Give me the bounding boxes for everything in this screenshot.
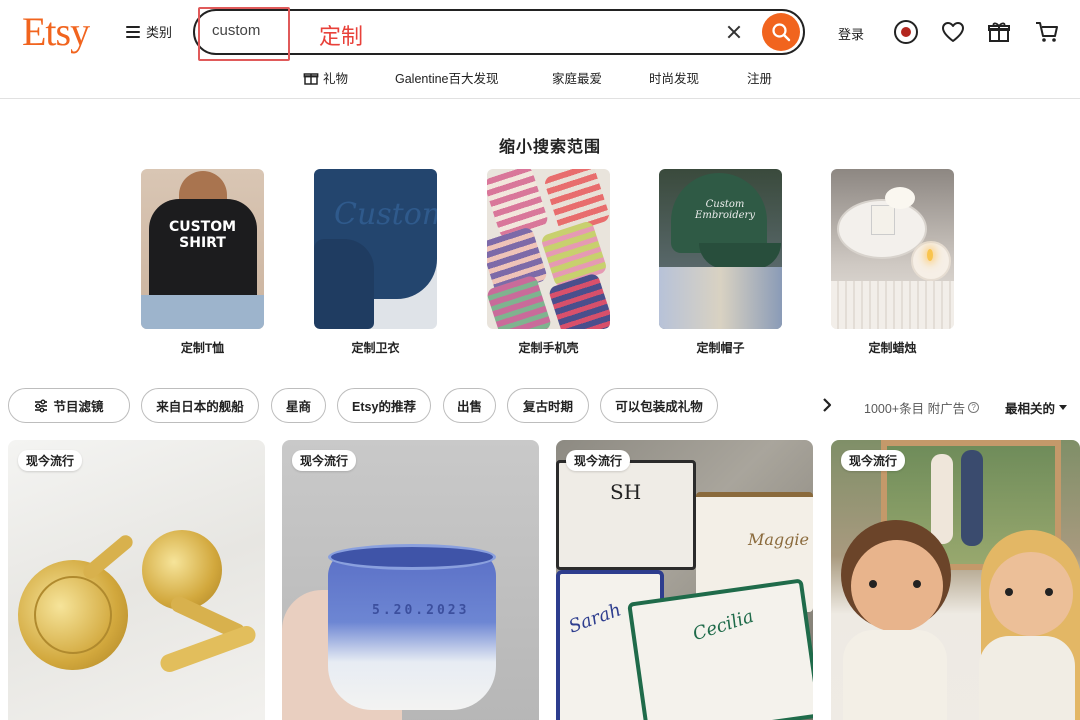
- filter-chip-vintage[interactable]: 复古时期: [507, 388, 589, 423]
- trending-badge: 现今流行: [18, 450, 83, 471]
- menu-icon: [126, 25, 140, 38]
- product-card-tote-bags[interactable]: SH Maggie Sarah Cecilia 现今流行: [556, 440, 813, 720]
- product-card-mug[interactable]: 5.20.2023 现今流行: [282, 440, 539, 720]
- gift-icon[interactable]: [985, 18, 1013, 46]
- chip-label: 节目滤镜: [53, 400, 104, 414]
- category-image: [831, 169, 954, 329]
- signin-link[interactable]: 登录: [838, 24, 864, 43]
- category-image: Custom Embroidery: [659, 169, 782, 329]
- help-icon[interactable]: ?: [968, 402, 980, 413]
- chip-label: 可以包装成礼物: [615, 400, 703, 414]
- trending-badge: 现今流行: [292, 450, 357, 471]
- narrow-search-title: 缩小搜索范围: [498, 139, 601, 156]
- tote-name: SH: [610, 480, 642, 504]
- caret-down-icon: [1059, 404, 1068, 410]
- subnav-item-registry[interactable]: 注册: [747, 68, 772, 87]
- subnav: 礼物 Galentine百大发现 家庭最爱 时尚发现 注册: [0, 68, 1080, 88]
- subnav-label: 时尚发现: [649, 72, 700, 86]
- category-label: 定制T恤: [180, 341, 225, 355]
- filter-chip-on-sale[interactable]: 出售: [443, 388, 496, 423]
- results-text: 1000+条目 附广告: [864, 402, 966, 416]
- category-image-text: CUSTOM SHIRT: [168, 219, 237, 251]
- subnav-label: 礼物: [323, 72, 349, 86]
- chip-label: Etsy的推荐: [352, 400, 416, 414]
- subnav-label: Galentine百大发现: [395, 72, 499, 86]
- subnav-item-fashion[interactable]: 时尚发现: [649, 68, 699, 87]
- record-icon[interactable]: [892, 18, 920, 46]
- subnav-item-home-favorites[interactable]: 家庭最爱: [552, 68, 602, 87]
- sliders-icon: [35, 399, 48, 412]
- chip-label: 星商: [285, 400, 311, 414]
- cart-icon[interactable]: [1033, 18, 1061, 46]
- subnav-item-gifts[interactable]: 礼物: [303, 68, 348, 87]
- product-image: [556, 460, 696, 570]
- category-label: 定制帽子: [696, 341, 745, 355]
- filter-chip-star-seller[interactable]: 星商: [271, 388, 326, 423]
- category-card-phonecase[interactable]: 定制手机壳: [487, 169, 610, 356]
- etsy-logo[interactable]: Etsy: [22, 8, 90, 55]
- category-image-text: Custom Embroidery: [695, 199, 755, 221]
- subnav-label: 注册: [747, 72, 773, 86]
- category-image-text: Custom: [334, 197, 437, 232]
- category-image: [487, 169, 610, 329]
- product-card-cufflinks[interactable]: 现今流行: [8, 440, 265, 720]
- chevron-right-icon[interactable]: [820, 397, 834, 413]
- filter-chip-etsy-picks[interactable]: Etsy的推荐: [337, 388, 431, 423]
- trending-badge: 现今流行: [566, 450, 631, 471]
- header-divider: [0, 98, 1080, 99]
- category-card-hoodie[interactable]: Custom 定制卫衣: [314, 169, 437, 356]
- category-card-hat[interactable]: Custom Embroidery 定制帽子: [659, 169, 782, 356]
- mug-engraving: 5.20.2023: [372, 603, 470, 618]
- clear-search-icon[interactable]: [724, 22, 744, 42]
- category-image: Custom: [314, 169, 437, 329]
- category-card-tshirt[interactable]: CUSTOM SHIRT 定制T恤: [141, 169, 264, 356]
- results-count: 1000+条目 附广告 ?: [864, 398, 980, 417]
- category-card-candle[interactable]: 定制蜡烛: [831, 169, 954, 356]
- filter-chip-filters[interactable]: 节目滤镜: [8, 388, 130, 423]
- categories-label: 类别: [146, 25, 173, 40]
- search-input[interactable]: [212, 22, 292, 39]
- gift-icon: [303, 72, 319, 85]
- category-label: 定制卫衣: [351, 341, 400, 355]
- categories-button[interactable]: 类别: [126, 22, 172, 41]
- category-label: 定制蜡烛: [868, 341, 917, 355]
- product-image: [328, 550, 496, 710]
- chip-label: 来自日本的舰船: [156, 400, 244, 414]
- subnav-item-galentine[interactable]: Galentine百大发现: [395, 68, 499, 87]
- product-card-crochet-dolls[interactable]: 现今流行: [831, 440, 1080, 720]
- filter-chip-ships-from-japan[interactable]: 来自日本的舰船: [141, 388, 259, 423]
- sort-label: 最相关的: [1005, 402, 1056, 416]
- search-button[interactable]: [762, 13, 800, 51]
- category-image: CUSTOM SHIRT: [141, 169, 264, 329]
- chip-label: 复古时期: [522, 400, 573, 414]
- sort-dropdown[interactable]: 最相关的: [1005, 398, 1068, 417]
- favorites-heart-icon[interactable]: [939, 18, 967, 46]
- search-icon: [772, 23, 791, 42]
- subnav-label: 家庭最爱: [552, 72, 603, 86]
- filter-chip-gift-wrap[interactable]: 可以包装成礼物: [600, 388, 718, 423]
- chip-label: 出售: [456, 400, 482, 414]
- tote-name: Maggie: [748, 530, 809, 549]
- annotation-text: 定制: [319, 24, 364, 49]
- category-label: 定制手机壳: [518, 341, 579, 355]
- trending-badge: 现今流行: [841, 450, 906, 471]
